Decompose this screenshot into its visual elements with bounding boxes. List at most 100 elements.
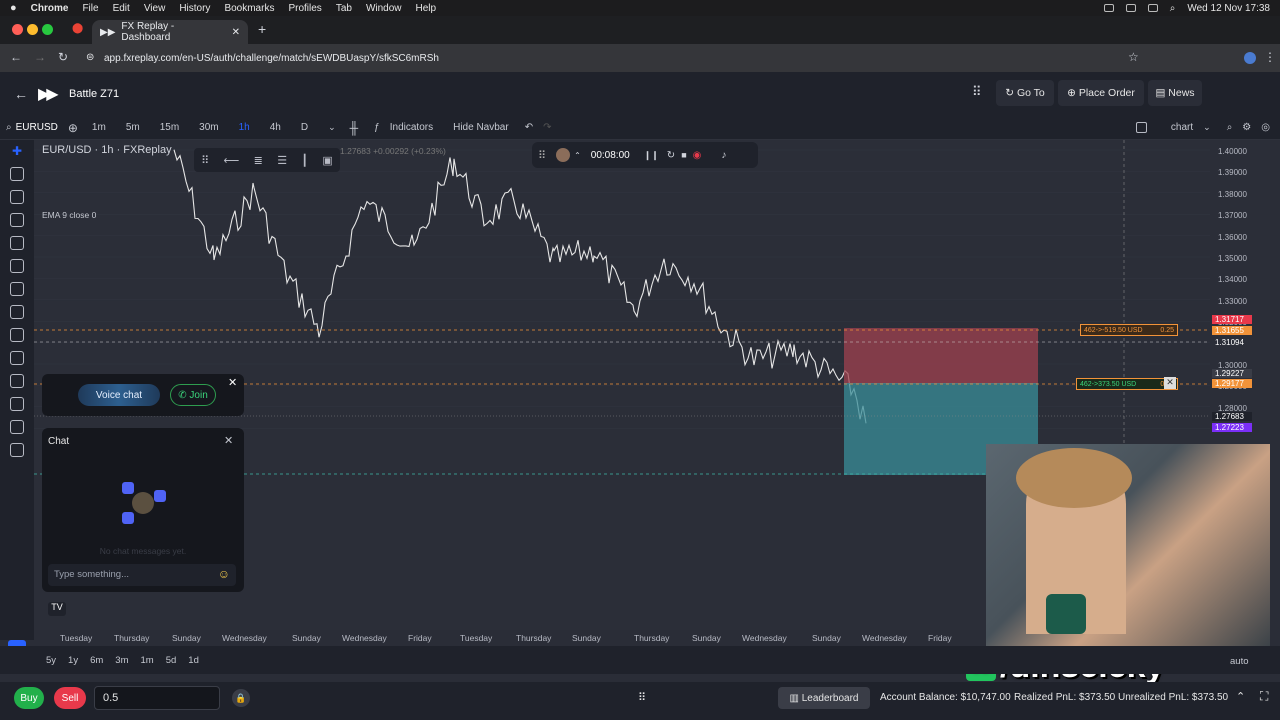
zoom-icon[interactable]: ⌕ bbox=[1227, 122, 1233, 133]
grid-icon[interactable]: ⠿ bbox=[638, 691, 646, 704]
timeframe-chevron-icon[interactable]: ⌄ bbox=[328, 122, 336, 133]
camera-icon[interactable]: ◎ bbox=[1261, 122, 1270, 133]
pause-icon[interactable]: ❙❙ bbox=[644, 150, 659, 161]
emoji-icon[interactable]: ☺ bbox=[218, 567, 230, 581]
browser-tab[interactable]: ▶▶ FX Replay - Dashboard ✕ bbox=[92, 20, 248, 44]
url-field[interactable]: ⊜ app.fxreplay.com/en-US/auth/challenge/… bbox=[80, 48, 1100, 68]
reload-icon[interactable]: ↻ bbox=[58, 50, 68, 64]
layers-icon[interactable]: ☰ bbox=[277, 154, 287, 167]
leaderboard-button[interactable]: ▥ Leaderboard bbox=[778, 687, 870, 709]
compare-add-icon[interactable]: ⊕ bbox=[68, 121, 78, 135]
symbol-search[interactable]: EURUSD bbox=[16, 122, 58, 133]
close-icon[interactable]: ✕ bbox=[228, 376, 237, 389]
menu-edit[interactable]: Edit bbox=[113, 3, 130, 14]
tp-order-label[interactable]: 462->-519.50 USD 0.25 bbox=[1080, 324, 1178, 336]
timeframe-15m[interactable]: 15m bbox=[160, 122, 179, 133]
range-1y[interactable]: 1y bbox=[68, 655, 78, 666]
app-name[interactable]: Chrome bbox=[31, 3, 69, 14]
bookmark-star-icon[interactable]: ☆ bbox=[1128, 50, 1139, 64]
range-5d[interactable]: 5d bbox=[166, 655, 177, 666]
menu-profiles[interactable]: Profiles bbox=[288, 3, 321, 14]
lock-icon[interactable]: 🔒 bbox=[232, 689, 250, 707]
range-6m[interactable]: 6m bbox=[90, 655, 103, 666]
chrome-menu-icon[interactable]: ⋮ bbox=[1264, 50, 1276, 64]
line-icon[interactable]: ⟵ bbox=[224, 154, 240, 167]
news-button[interactable]: ▤ News bbox=[1148, 80, 1202, 106]
chat-input[interactable]: Type something... ☺ bbox=[48, 564, 236, 586]
search-icon[interactable]: ⌕ bbox=[1170, 3, 1176, 14]
shape-icon[interactable] bbox=[10, 259, 24, 273]
place-order-button[interactable]: ⊕ Place Order bbox=[1058, 80, 1144, 106]
chevron-up-icon[interactable]: ⌃ bbox=[1236, 690, 1245, 703]
timeframe-D[interactable]: D bbox=[301, 122, 308, 133]
ema-legend[interactable]: EMA 9 close 0 bbox=[42, 210, 96, 220]
fullscreen-icon[interactable]: ⛶ bbox=[1260, 689, 1268, 704]
goto-button[interactable]: ↻ Go To bbox=[996, 80, 1054, 106]
restart-icon[interactable]: ↻ bbox=[667, 150, 675, 161]
close-window-icon[interactable] bbox=[12, 24, 23, 35]
close-position-icon[interactable]: ✕ bbox=[1164, 377, 1176, 389]
range-1m[interactable]: 1m bbox=[141, 655, 154, 666]
timeframe-1h[interactable]: 1h bbox=[239, 122, 250, 133]
sound-icon[interactable]: ♪ bbox=[721, 150, 726, 161]
chart-layout-label[interactable]: chart bbox=[1171, 122, 1193, 133]
search-icon[interactable]: ⌕ bbox=[6, 122, 12, 133]
pin-icon[interactable]: ⬤ bbox=[72, 23, 83, 34]
timeframe-30m[interactable]: 30m bbox=[199, 122, 218, 133]
crosshair-icon[interactable]: ✚ bbox=[0, 144, 34, 158]
site-info-icon[interactable]: ⊜ bbox=[86, 52, 94, 63]
quantity-input[interactable]: 0.5 bbox=[94, 686, 220, 710]
apple-icon[interactable]: ● bbox=[10, 2, 17, 14]
new-tab-icon[interactable]: + bbox=[258, 21, 266, 37]
timeframe-1m[interactable]: 1m bbox=[92, 122, 106, 133]
fib-icon[interactable] bbox=[10, 190, 24, 204]
zoom-in-icon[interactable] bbox=[10, 351, 24, 365]
status-icon[interactable] bbox=[1147, 4, 1158, 12]
menu-history[interactable]: History bbox=[179, 3, 210, 14]
close-icon[interactable]: ✕ bbox=[224, 434, 233, 447]
menu-bookmarks[interactable]: Bookmarks bbox=[224, 3, 274, 14]
undo-icon[interactable]: ↶ bbox=[525, 122, 533, 133]
drag-handle-icon[interactable]: ⠿ bbox=[538, 149, 546, 162]
chevron-up-icon[interactable]: ⌃ bbox=[574, 151, 581, 160]
profile-avatar[interactable] bbox=[1244, 52, 1256, 64]
drag-handle-icon[interactable]: ⠿ bbox=[201, 154, 209, 167]
position-label[interactable]: 462->373.50 USD0.25 bbox=[1076, 378, 1178, 390]
forward-icon[interactable]: → bbox=[34, 50, 46, 64]
pattern-icon[interactable] bbox=[10, 213, 24, 227]
settings-gear-icon[interactable]: ⚙ bbox=[1242, 122, 1251, 133]
redo-icon[interactable]: ↷ bbox=[543, 122, 551, 133]
auto-scale[interactable]: auto bbox=[1230, 656, 1249, 667]
back-arrow-icon[interactable]: ← bbox=[14, 86, 28, 102]
menu-help[interactable]: Help bbox=[416, 3, 437, 14]
close-tab-icon[interactable]: ✕ bbox=[232, 27, 240, 38]
back-icon[interactable]: ← bbox=[10, 50, 22, 64]
range-1d[interactable]: 1d bbox=[188, 655, 199, 666]
stop-loss-zone[interactable] bbox=[844, 328, 1038, 384]
text-icon[interactable] bbox=[10, 282, 24, 296]
menu-view[interactable]: View bbox=[144, 3, 166, 14]
status-icon[interactable] bbox=[1125, 4, 1136, 12]
menu-file[interactable]: File bbox=[82, 3, 98, 14]
menu-window[interactable]: Window bbox=[366, 3, 402, 14]
ruler-icon[interactable] bbox=[10, 328, 24, 342]
position-icon[interactable] bbox=[10, 236, 24, 250]
buy-button[interactable]: Buy bbox=[14, 687, 44, 709]
range-5y[interactable]: 5y bbox=[46, 655, 56, 666]
hide-navbar-button[interactable]: Hide Navbar bbox=[453, 122, 509, 133]
frame-icon[interactable]: ▣ bbox=[322, 154, 332, 167]
style-icon[interactable]: ≣ bbox=[254, 154, 263, 167]
timeframe-5m[interactable]: 5m bbox=[126, 122, 140, 133]
magnet-icon[interactable] bbox=[10, 374, 24, 388]
indicators-button[interactable]: Indicators bbox=[390, 122, 433, 133]
minimize-window-icon[interactable] bbox=[27, 24, 38, 35]
sell-button[interactable]: Sell bbox=[54, 687, 86, 709]
width-icon[interactable]: ┃ bbox=[301, 154, 308, 167]
trash-icon[interactable] bbox=[10, 443, 24, 457]
range-3m[interactable]: 3m bbox=[115, 655, 128, 666]
record-icon[interactable]: ◉ bbox=[693, 150, 702, 161]
chart-type-icon[interactable]: ╫ bbox=[350, 121, 359, 135]
eye-icon[interactable] bbox=[10, 420, 24, 434]
status-icon[interactable] bbox=[1103, 4, 1114, 12]
emoji-icon[interactable] bbox=[10, 305, 24, 319]
